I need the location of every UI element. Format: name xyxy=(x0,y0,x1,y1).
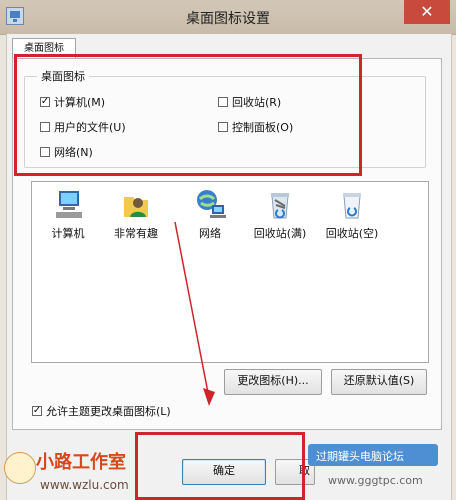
checkbox-allow-themes-box[interactable]: ✓ xyxy=(32,406,42,416)
icon-item-computer[interactable]: 计算机 xyxy=(36,187,100,241)
window-title: 桌面图标设置 xyxy=(186,11,270,27)
checkbox-allow-themes[interactable]: ✓ 允许主题更改桌面图标(L) xyxy=(32,403,171,419)
icon-item-recycle-bin-full[interactable]: 回收站(满) xyxy=(248,187,312,241)
icon-label-computer: 计算机 xyxy=(51,227,85,240)
watermark-left: 小路工作室 www.wzlu.com xyxy=(0,448,200,500)
icon-item-user-folder[interactable]: 非常有趣 xyxy=(104,187,168,241)
change-icon-button[interactable]: 更改图标(H)... xyxy=(224,369,322,395)
restore-default-button[interactable]: 还原默认值(S) xyxy=(331,369,427,395)
close-button[interactable]: ✕ xyxy=(404,0,450,24)
watermark-left-brand: 小路工作室 xyxy=(36,452,126,473)
user-folder-icon xyxy=(118,187,154,221)
watermark-right: 过期罐头电脑论坛 www.gggtpc.com xyxy=(308,440,456,500)
mascot-icon xyxy=(4,452,36,484)
watermark-left-url: www.wzlu.com xyxy=(40,478,129,492)
annotation-arrow xyxy=(174,222,215,406)
watermark-right-url: www.gggtpc.com xyxy=(328,474,423,487)
recycle-bin-empty-icon xyxy=(334,187,370,221)
checkbox-allow-themes-label: 允许主题更改桌面图标(L) xyxy=(46,405,171,418)
icon-label-recycle-bin-empty: 回收站(空) xyxy=(325,227,379,240)
watermark-right-brand: 过期罐头电脑论坛 xyxy=(316,450,404,463)
computer-icon xyxy=(50,187,86,221)
network-icon xyxy=(192,187,228,221)
icon-label-user-folder: 非常有趣 xyxy=(114,227,158,240)
icon-label-recycle-bin-full: 回收站(满) xyxy=(253,227,307,240)
icon-item-recycle-bin-empty[interactable]: 回收站(空) xyxy=(320,187,384,241)
annotation-box-top xyxy=(14,54,362,176)
title-bar: 桌面图标设置 ✕ xyxy=(0,0,456,35)
recycle-bin-full-icon xyxy=(262,187,298,221)
